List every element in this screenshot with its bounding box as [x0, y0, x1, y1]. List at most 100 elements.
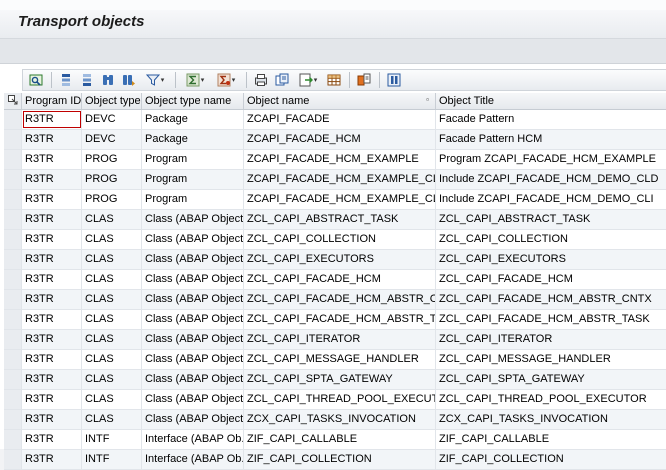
row-selector[interactable]: [4, 330, 22, 349]
cell-object-type[interactable]: DEVC: [82, 130, 142, 149]
cell-program-id[interactable]: R3TR: [22, 270, 82, 289]
row-selector[interactable]: [4, 350, 22, 369]
cell-object-name[interactable]: ZIF_CAPI_CALLABLE: [244, 430, 436, 449]
cell-object-type[interactable]: DEVC: [82, 110, 142, 129]
cell-object-type-name[interactable]: Class (ABAP Objects): [142, 330, 244, 349]
change-layout-button[interactable]: [354, 71, 374, 89]
cell-object-type[interactable]: CLAS: [82, 250, 142, 269]
row-selector[interactable]: [4, 270, 22, 289]
cell-object-type[interactable]: CLAS: [82, 310, 142, 329]
cell-object-title[interactable]: ZCL_CAPI_EXECUTORS: [436, 250, 666, 269]
cell-object-title[interactable]: ZCL_CAPI_MESSAGE_HANDLER: [436, 350, 666, 369]
row-selector[interactable]: [4, 450, 22, 469]
table-row[interactable]: R3TR DEVC Package ZCAPI_FACADE Facade Patter…: [4, 110, 666, 130]
table-row[interactable]: R3TR CLAS Class (ABAP Objects) ZCL_CAPI_FAC…: [4, 290, 666, 310]
row-selector[interactable]: [4, 370, 22, 389]
cell-object-type-name[interactable]: Interface (ABAP Ob...: [142, 430, 244, 449]
cell-object-name[interactable]: ZCAPI_FACADE_HCM_EXAMPLE: [244, 150, 436, 169]
cell-object-title[interactable]: ZCL_CAPI_ITERATOR: [436, 330, 666, 349]
cell-program-id[interactable]: R3TR: [22, 450, 82, 469]
find-next-button[interactable]: [119, 71, 139, 89]
table-row[interactable]: R3TR CLAS Class (ABAP Objects) ZCL_CAPI_FAC…: [4, 310, 666, 330]
table-row[interactable]: R3TR CLAS Class (ABAP Objects) ZCX_CAPI_TAS…: [4, 410, 666, 430]
cell-object-type[interactable]: CLAS: [82, 390, 142, 409]
table-row[interactable]: R3TR CLAS Class (ABAP Objects) ZCL_CAPI_FAC…: [4, 270, 666, 290]
table-row[interactable]: R3TR CLAS Class (ABAP Objects) ZCL_CAPI_ITE…: [4, 330, 666, 350]
sum-button[interactable]: ▾: [180, 71, 210, 89]
cell-object-name[interactable]: ZCL_CAPI_MESSAGE_HANDLER: [244, 350, 436, 369]
cell-object-type-name[interactable]: Package: [142, 130, 244, 149]
sort-ascending-button[interactable]: [56, 71, 76, 89]
table-row[interactable]: R3TR INTF Interface (ABAP Ob... ZIF_CAPI_CO…: [4, 450, 666, 470]
column-header-object-type-name[interactable]: Object type name: [142, 93, 244, 109]
row-selector[interactable]: [4, 210, 22, 229]
cell-object-type-name[interactable]: Class (ABAP Objects): [142, 410, 244, 429]
cell-object-title[interactable]: ZIF_CAPI_COLLECTION: [436, 450, 666, 469]
column-header-object-name[interactable]: Object name ▫: [244, 93, 436, 109]
cell-object-type[interactable]: PROG: [82, 170, 142, 189]
sort-descending-button[interactable]: [77, 71, 97, 89]
cell-object-type[interactable]: CLAS: [82, 210, 142, 229]
column-header-object-title[interactable]: Object Title: [436, 93, 666, 109]
table-row[interactable]: R3TR DEVC Package ZCAPI_FACADE_HCM Facade Pa…: [4, 130, 666, 150]
cell-program-id[interactable]: R3TR: [22, 150, 82, 169]
cell-program-id[interactable]: R3TR: [22, 370, 82, 389]
cell-object-title[interactable]: Include ZCAPI_FACADE_HCM_DEMO_CLI: [436, 190, 666, 209]
cell-program-id[interactable]: R3TR: [22, 230, 82, 249]
select-all-button[interactable]: [4, 93, 22, 109]
cell-object-type-name[interactable]: Class (ABAP Objects): [142, 250, 244, 269]
cell-object-type-name[interactable]: Class (ABAP Objects): [142, 210, 244, 229]
cell-object-type[interactable]: CLAS: [82, 270, 142, 289]
filter-button[interactable]: ▾: [140, 71, 170, 89]
cell-object-type-name[interactable]: Class (ABAP Objects): [142, 390, 244, 409]
table-row[interactable]: R3TR CLAS Class (ABAP Objects) ZCL_CAPI_THR…: [4, 390, 666, 410]
cell-object-title[interactable]: Include ZCAPI_FACADE_HCM_DEMO_CLD: [436, 170, 666, 189]
cell-program-id[interactable]: R3TR: [22, 130, 82, 149]
table-row[interactable]: R3TR PROG Program ZCAPI_FACADE_HCM_EXAMPLE_…: [4, 170, 666, 190]
cell-object-type[interactable]: INTF: [82, 450, 142, 469]
cell-object-name[interactable]: ZCX_CAPI_TASKS_INVOCATION: [244, 410, 436, 429]
cell-program-id[interactable]: R3TR: [22, 210, 82, 229]
cell-object-name[interactable]: ZCL_CAPI_SPTA_GATEWAY: [244, 370, 436, 389]
cell-object-title[interactable]: ZCL_CAPI_FACADE_HCM: [436, 270, 666, 289]
cell-program-id[interactable]: R3TR: [22, 430, 82, 449]
cell-object-type-name[interactable]: Class (ABAP Objects): [142, 370, 244, 389]
cell-object-type-name[interactable]: Program: [142, 170, 244, 189]
cell-object-type-name[interactable]: Package: [142, 110, 244, 129]
cell-object-title[interactable]: ZCL_CAPI_COLLECTION: [436, 230, 666, 249]
cell-object-name[interactable]: ZCL_CAPI_EXECUTORS: [244, 250, 436, 269]
print-preview-button[interactable]: [251, 71, 271, 89]
row-selector[interactable]: [4, 250, 22, 269]
export-button[interactable]: ▾: [293, 71, 323, 89]
cell-object-type-name[interactable]: Program: [142, 190, 244, 209]
cell-program-id[interactable]: R3TR: [22, 310, 82, 329]
cell-object-type[interactable]: CLAS: [82, 330, 142, 349]
table-row[interactable]: R3TR PROG Program ZCAPI_FACADE_HCM_EXAMPLE P…: [4, 150, 666, 170]
cell-object-name[interactable]: ZCL_CAPI_FACADE_HCM_ABSTR_TASK: [244, 310, 436, 329]
row-selector[interactable]: [4, 230, 22, 249]
table-row[interactable]: R3TR CLAS Class (ABAP Objects) ZCL_CAPI_MES…: [4, 350, 666, 370]
cell-object-type-name[interactable]: Class (ABAP Objects): [142, 290, 244, 309]
table-row[interactable]: R3TR CLAS Class (ABAP Objects) ZCL_CAPI_ABS…: [4, 210, 666, 230]
cell-program-id[interactable]: R3TR: [22, 250, 82, 269]
spreadsheet-button[interactable]: [324, 71, 344, 89]
cell-object-type[interactable]: PROG: [82, 150, 142, 169]
cell-object-type[interactable]: INTF: [82, 430, 142, 449]
cell-object-name[interactable]: ZCL_CAPI_FACADE_HCM: [244, 270, 436, 289]
cell-object-title[interactable]: ZCL_CAPI_ABSTRACT_TASK: [436, 210, 666, 229]
cell-object-title[interactable]: ZCL_CAPI_FACADE_HCM_ABSTR_TASK: [436, 310, 666, 329]
subtotals-button[interactable]: ▾: [211, 71, 241, 89]
row-selector[interactable]: [4, 310, 22, 329]
details-button[interactable]: [26, 71, 46, 89]
cell-program-id[interactable]: R3TR: [22, 290, 82, 309]
cell-program-id[interactable]: R3TR: [22, 350, 82, 369]
row-selector[interactable]: [4, 170, 22, 189]
cell-object-type-name[interactable]: Class (ABAP Objects): [142, 350, 244, 369]
cell-program-id[interactable]: R3TR: [22, 410, 82, 429]
cell-object-title[interactable]: ZCL_CAPI_THREAD_POOL_EXECUTOR: [436, 390, 666, 409]
row-selector[interactable]: [4, 190, 22, 209]
cell-object-name[interactable]: ZCAPI_FACADE_HCM_EXAMPLE_CLI: [244, 190, 436, 209]
cell-object-type[interactable]: CLAS: [82, 290, 142, 309]
cell-object-title[interactable]: Facade Pattern HCM: [436, 130, 666, 149]
cell-program-id[interactable]: R3TR: [22, 110, 82, 129]
